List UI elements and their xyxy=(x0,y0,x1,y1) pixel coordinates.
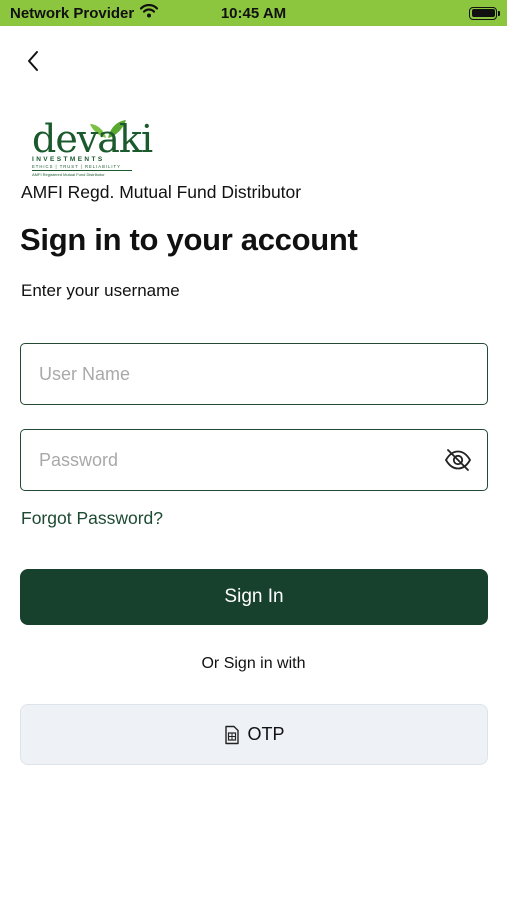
brand-logo: devaki INVESTMENTS ETHICS | TRUST | RELI… xyxy=(28,116,153,180)
logo-values: ETHICS | TRUST | RELIABILITY xyxy=(32,164,121,169)
form-subtitle: Enter your username xyxy=(21,281,180,300)
password-input[interactable] xyxy=(39,449,443,471)
battery-icon xyxy=(469,6,500,20)
username-field[interactable] xyxy=(20,343,488,405)
carrier-label: Network Provider xyxy=(10,4,135,22)
back-button[interactable] xyxy=(18,46,48,76)
forgot-password-link[interactable]: Forgot Password? xyxy=(21,508,163,529)
password-field[interactable] xyxy=(20,429,488,491)
sign-in-button[interactable]: Sign In xyxy=(20,569,488,625)
battery-fill xyxy=(471,9,495,17)
wifi-icon xyxy=(140,4,159,22)
logo-subtitle: INVESTMENTS xyxy=(32,156,105,163)
eye-off-icon[interactable] xyxy=(443,445,473,475)
brand-tagline: AMFI Regd. Mutual Fund Distributor xyxy=(21,182,302,202)
username-input[interactable] xyxy=(39,363,469,385)
status-left: Network Provider xyxy=(10,4,469,22)
logo-word: devaki xyxy=(32,117,153,161)
status-right xyxy=(469,6,500,20)
otp-label: OTP xyxy=(247,724,285,744)
chevron-left-icon xyxy=(28,51,38,71)
alt-signin-label: Or Sign in with xyxy=(201,655,306,672)
logo-registration: AMFI Registered Mutual Fund Distributor xyxy=(32,170,132,177)
status-bar: Network Provider 10:45 AM xyxy=(0,0,507,26)
otp-button[interactable]: OTP xyxy=(20,704,488,765)
sim-card-icon xyxy=(225,725,240,744)
page-title: Sign in to your account xyxy=(20,222,358,257)
